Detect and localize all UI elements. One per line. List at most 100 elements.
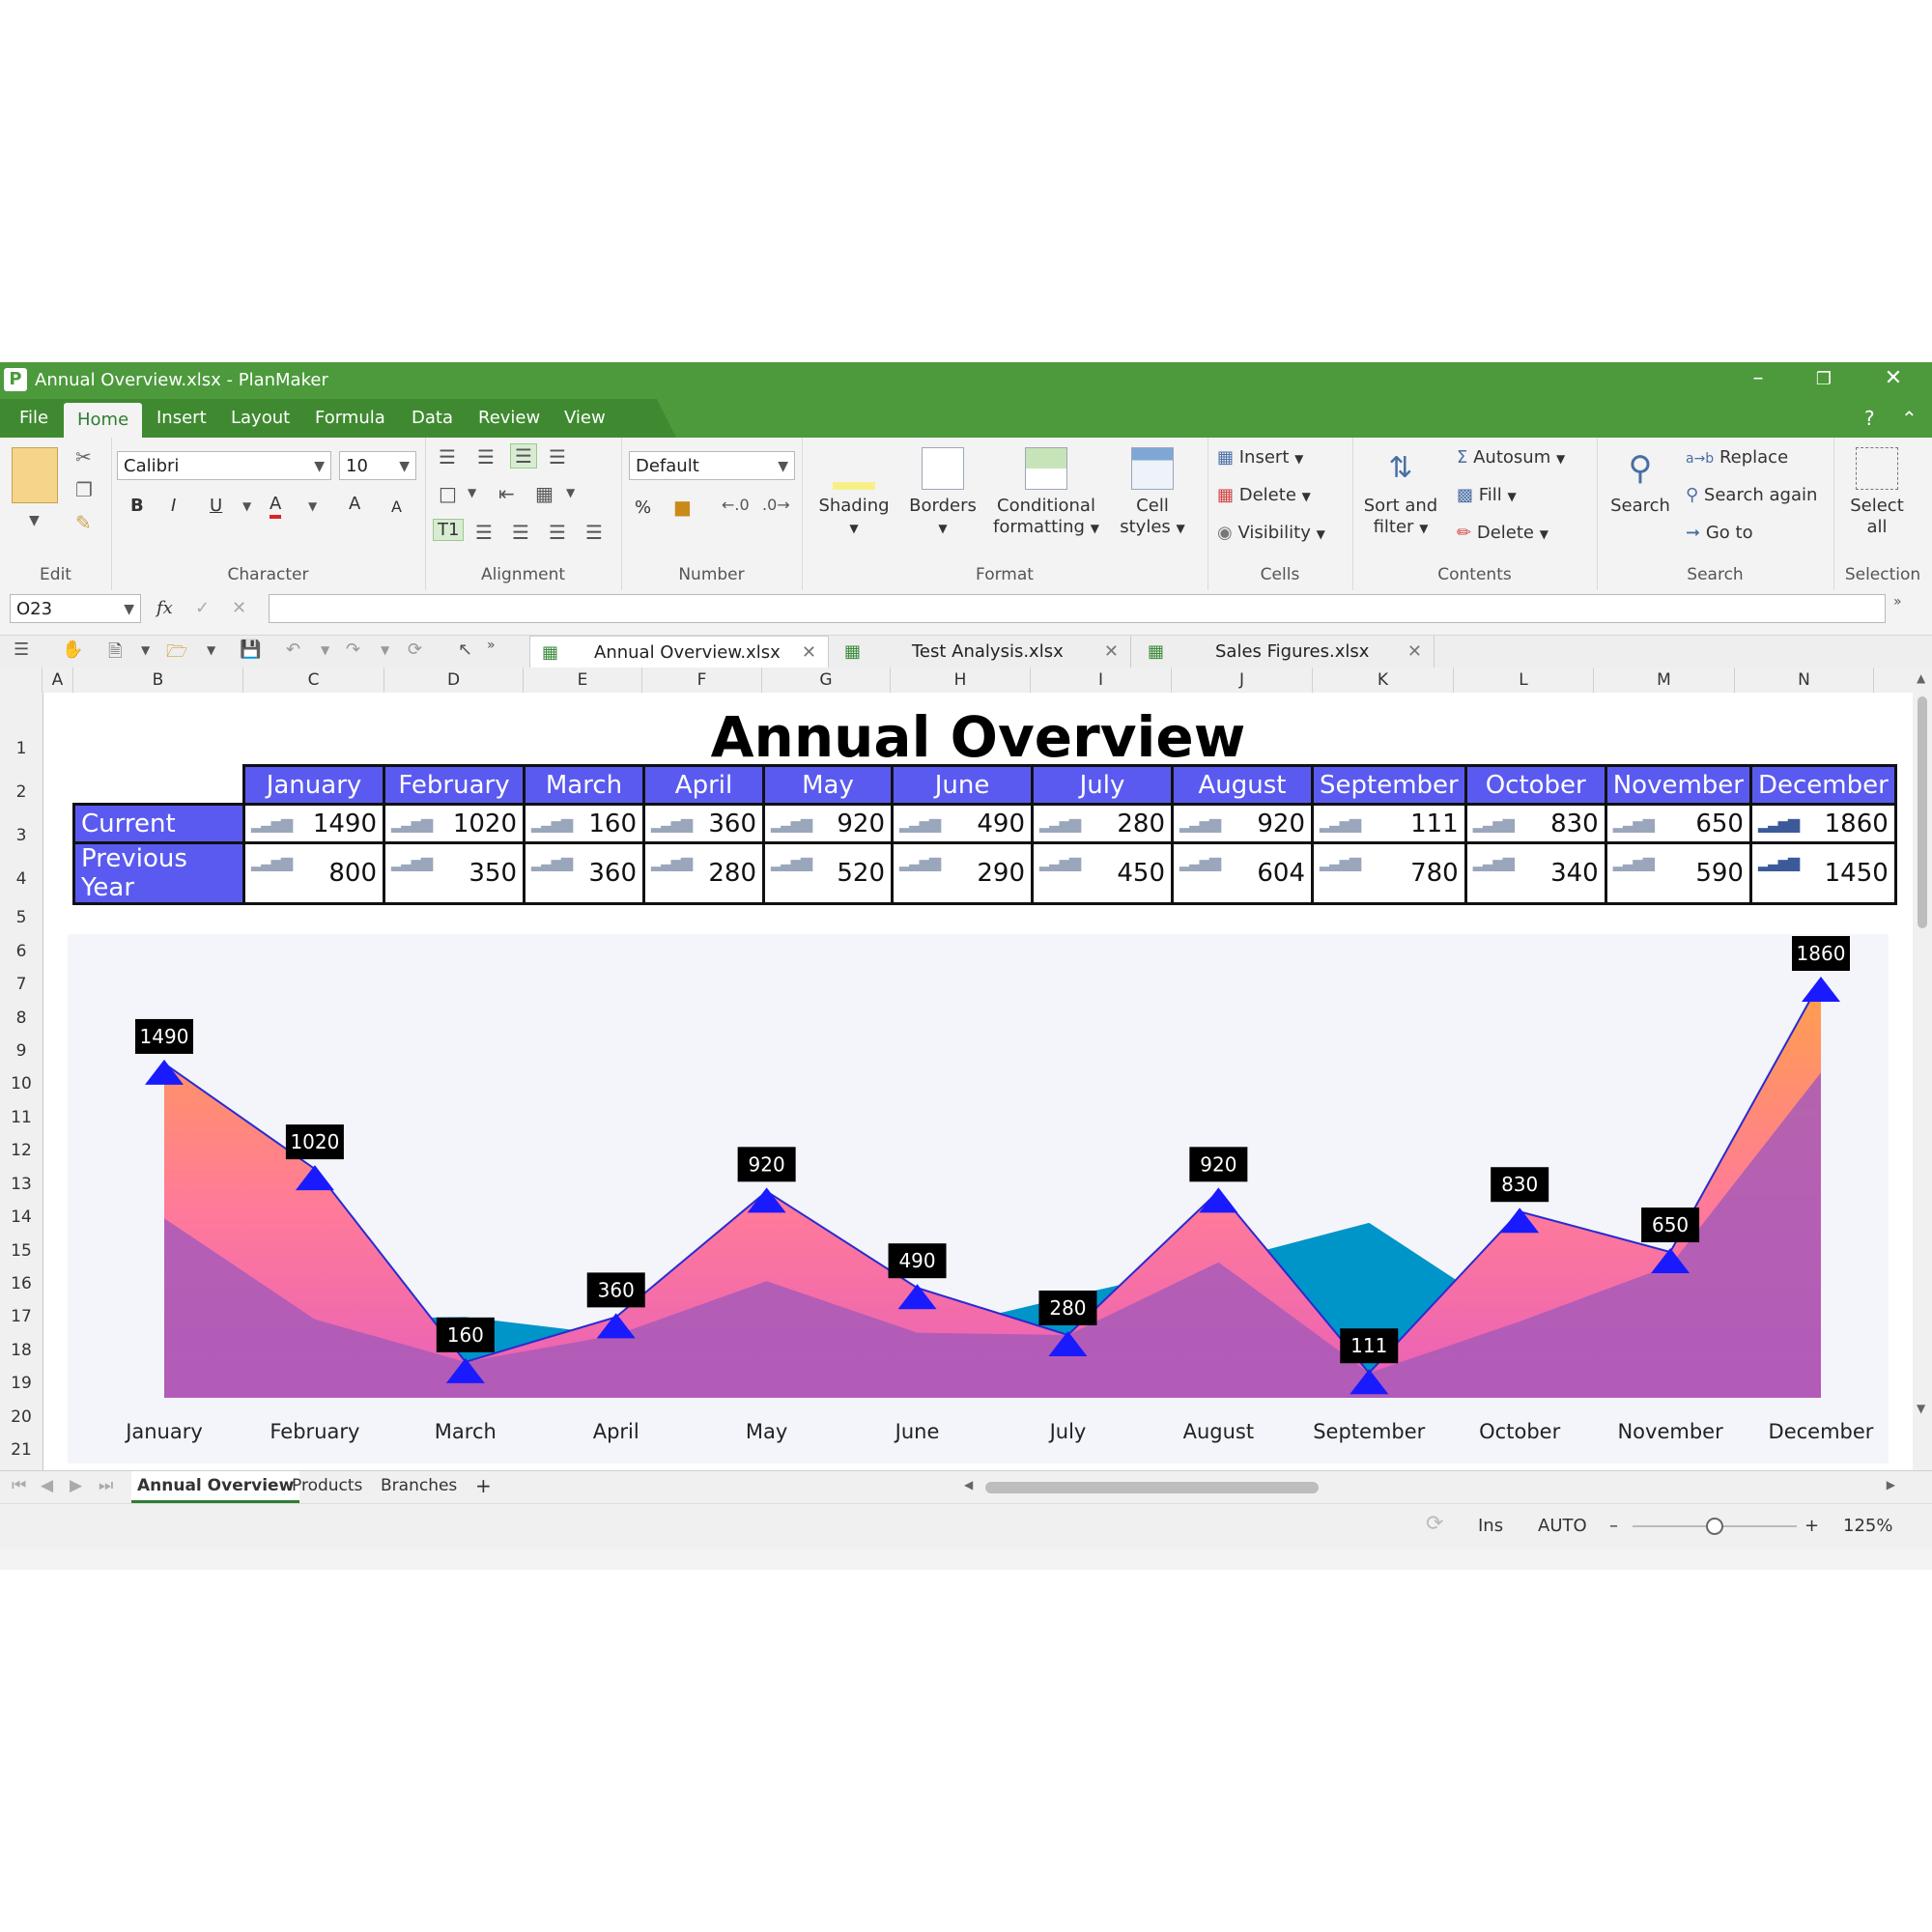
font-name-select[interactable]: Calibri ▼ [117,451,331,480]
align-center-icon[interactable]: ☰ [512,521,529,544]
doc-tab-sales-figures[interactable]: ▦ Sales Figures.xlsx ✕ [1138,636,1435,668]
menu-data[interactable]: Data [412,408,453,428]
minimize-icon[interactable]: – [1739,366,1777,390]
table-cell[interactable]: ▂▃▅▆ 160 [523,803,645,844]
justify-vertical-icon[interactable]: ☰ [549,445,566,469]
delete-contents-button[interactable]: ✏ Delete ▼ [1457,523,1548,543]
delete-cells-button[interactable]: ▦ Delete ▼ [1217,485,1311,505]
table-cell[interactable]: ▂▃▅▆ 490 [891,803,1034,844]
table-cell[interactable]: ▂▃▅▆ 920 [1171,803,1314,844]
worksheet[interactable]: Annual Overview January February March A… [43,693,1913,1470]
column-header[interactable]: C [243,668,384,693]
zoom-slider-knob[interactable] [1706,1518,1723,1535]
underline-dropdown-icon[interactable]: ▼ [242,499,251,513]
row-header[interactable]: 1 [0,739,43,758]
month-header[interactable]: August [1171,764,1314,806]
close-tab-icon[interactable]: ✕ [802,637,816,669]
autosum-button[interactable]: Σ Autosum ▼ [1457,447,1565,468]
help-icon[interactable]: ? [1864,407,1875,430]
month-header[interactable]: July [1031,764,1174,806]
sheet-tab-branches[interactable]: Branches [375,1471,463,1500]
doc-tab-annual-overview[interactable]: ▦ Annual Overview.xlsx ✕ [529,636,829,669]
column-header[interactable]: M [1594,668,1735,693]
justify-icon[interactable]: ☰ [585,521,603,544]
calc-mode-indicator[interactable]: AUTO [1538,1516,1587,1536]
column-header[interactable]: H [891,668,1031,693]
select-all-corner[interactable] [0,668,43,693]
last-sheet-icon[interactable]: ⏭ [93,1471,119,1500]
close-tab-icon[interactable]: ✕ [1104,636,1119,668]
borders-button[interactable]: Borders ▼ [902,447,983,539]
close-icon[interactable]: ✕ [1874,366,1913,390]
table-cell[interactable]: ▂▃▅▆ 800 [242,841,385,905]
table-cell[interactable]: ▂▃▅▆ 350 [383,841,526,905]
row-header[interactable]: 21 [0,1440,43,1460]
row-header[interactable]: 14 [0,1208,43,1227]
text-direction-icon[interactable]: T1 [433,519,465,541]
table-cell[interactable]: ▂▃▅▆ 450 [1031,841,1174,905]
table-cell[interactable]: ▂▃▅▆ 111 [1311,803,1467,844]
column-header[interactable]: D [384,668,524,693]
table-cell[interactable]: ▂▃▅▆ 280 [642,841,765,905]
chart-area[interactable]: 1490 1020 160 360 920 490 280 920 111 830 650 1860 … [68,934,1889,1463]
search-button[interactable]: ⚲ Search [1606,447,1674,517]
merge-cells-icon[interactable]: ▦ [535,482,554,505]
merge-dropdown-icon[interactable]: ▼ [566,486,575,499]
table-cell[interactable]: ▂▃▅▆ 1450 [1748,841,1897,905]
menu-insert[interactable]: Insert [156,408,207,428]
close-tab-icon[interactable]: ✕ [1407,636,1422,668]
month-header[interactable]: October [1463,764,1607,806]
month-header[interactable]: November [1604,764,1752,806]
zoom-out-icon[interactable]: – [1609,1516,1618,1536]
paste-icon[interactable] [12,447,58,503]
new-document-icon[interactable]: 🗎 [108,639,122,668]
collapse-ribbon-icon[interactable]: ⌃ [1901,407,1918,430]
month-header[interactable]: March [523,764,645,806]
percent-button[interactable]: % [635,497,651,518]
next-sheet-icon[interactable]: ▶ [64,1471,88,1500]
undo-dropdown-icon[interactable]: ▼ [321,643,329,657]
row-label[interactable]: Current [72,803,245,844]
zoom-level[interactable]: 125% [1843,1516,1892,1536]
month-header[interactable]: December [1748,764,1897,806]
align-top-icon[interactable]: ☰ [439,445,456,469]
shrink-font-button[interactable]: A [391,497,402,516]
open-dropdown-icon[interactable]: ▼ [207,643,215,657]
scroll-down-icon[interactable]: ▼ [1917,1402,1925,1415]
menu-icon[interactable]: ☰ [14,639,29,660]
row-header[interactable]: 4 [0,869,43,889]
row-header[interactable]: 13 [0,1175,43,1194]
conditional-formatting-button[interactable]: Conditional formatting ▼ [991,447,1101,539]
font-size-select[interactable]: 10 ▼ [339,451,416,480]
open-folder-icon[interactable]: 🗁 [166,639,187,668]
row-header[interactable]: 19 [0,1374,43,1393]
column-header[interactable]: A [43,668,73,693]
row-header[interactable]: 11 [0,1108,43,1127]
wrap-text-icon[interactable]: ⇤ [498,482,515,505]
row-header[interactable]: 9 [0,1041,43,1061]
month-header[interactable]: September [1311,764,1467,806]
table-cell[interactable]: ▂▃▅▆ 1860 [1748,803,1897,844]
new-dropdown-icon[interactable]: ▼ [141,643,150,657]
hand-icon[interactable]: ✋ [62,639,83,660]
table-cell[interactable]: ▂▃▅▆ 1020 [383,803,526,844]
horizontal-scrollbar[interactable]: ◀ ▶ [956,1477,1903,1496]
area-chart[interactable]: 149010201603609204902809201118306501860 … [68,934,1889,1463]
add-sheet-button[interactable]: + [469,1471,497,1500]
decrease-decimal-icon[interactable]: .0→ [762,496,790,514]
table-cell[interactable]: ▂▃▅▆ 830 [1463,803,1607,844]
cell-border-dropdown-icon[interactable]: ▼ [468,486,476,499]
format-painter-icon[interactable]: ✎ [75,511,92,534]
column-header[interactable]: B [73,668,243,693]
copy-icon[interactable]: ❐ [75,478,93,501]
column-header[interactable]: K [1313,668,1454,693]
sheet-tab-annual-overview[interactable]: Annual Overview [131,1471,300,1503]
sort-filter-button[interactable]: ⇅ Sort and filter ▼ [1362,447,1439,539]
menu-view[interactable]: View [564,408,606,428]
row-header[interactable]: 15 [0,1241,43,1261]
table-cell[interactable]: ▂▃▅▆ 520 [762,841,894,905]
menu-layout[interactable]: Layout [231,408,290,428]
redo-icon[interactable]: ↷ [346,639,360,660]
row-header[interactable]: 7 [0,975,43,994]
column-header[interactable]: I [1031,668,1172,693]
